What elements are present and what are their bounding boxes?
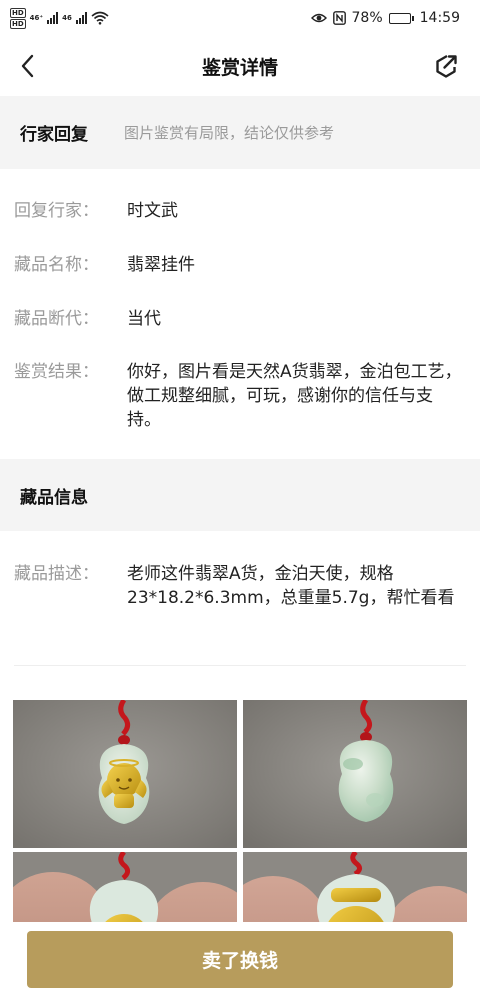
expert-row: 藏品名称： 翡翠挂件 [14,253,466,277]
share-icon [436,54,457,78]
network-type-2: 46 [62,14,72,22]
expert-row: 回复行家： 时文武 [14,199,466,223]
eye-icon [310,13,327,23]
row-label: 回复行家： [14,201,99,221]
appraisal-result: 你好，图片看是天然A货翡翠，金泊包工艺，做工规整细腻，可玩，感谢你的信任与支持。 [127,362,462,430]
row-label: 藏品描述： [14,564,99,584]
nfc-icon [332,11,346,25]
disclaimer-note: 图片鉴赏有局限，结论仅供参考 [124,124,335,142]
status-right: 78% 14:59 [310,10,460,26]
pendant-back-photo[interactable] [243,700,467,848]
row-label: 藏品断代： [14,309,99,329]
item-description: 老师这件翡翠A货，金泊天使，规格23*18.2*6.3mm，总重量5.7g，帮忙… [127,564,455,608]
battery-percent: 78% [351,10,383,26]
expert-name: 时文武 [127,201,178,221]
back-button[interactable] [14,52,42,80]
status-bar: HD HD 46⁺ 46 78% 14:59 [0,0,480,36]
item-name: 翡翠挂件 [127,255,195,275]
clock: 14:59 [419,10,460,26]
expert-reply-title: 行家回复 [20,125,88,145]
row-label: 藏品名称： [14,255,99,275]
hd-indicators: HD HD [10,7,26,29]
hd-badge-1: HD [10,7,26,18]
item-row: 藏品描述： 老师这件翡翠A货，金泊天使，规格23*18.2*6.3mm，总重量5… [14,562,466,610]
row-label: 鉴赏结果： [14,362,99,382]
chevron-left-icon [21,54,34,78]
item-era: 当代 [127,309,161,329]
item-info-title: 藏品信息 [20,487,88,508]
network-type-1: 46⁺ [29,14,44,22]
status-left: HD HD 46⁺ 46 [10,7,109,29]
share-button[interactable] [432,52,460,80]
nav-bar: 鉴赏详情 [0,36,480,96]
pendant-front-photo[interactable] [13,700,237,848]
sell-for-cash-button[interactable]: 卖了换钱 [27,931,453,988]
page-title: 鉴赏详情 [201,56,278,79]
expert-row: 鉴赏结果： 你好，图片看是天然A货翡翠，金泊包工艺，做工规整细腻，可玩，感谢你的… [14,360,466,432]
item-info-header: 藏品信息 [0,459,480,531]
divider [14,665,466,666]
signal-icon-2 [75,12,87,24]
wifi-icon [91,11,109,25]
hd-badge-2: HD [10,18,26,29]
bottom-bar: 卖了换钱 [0,922,480,996]
expert-row: 藏品断代： 当代 [14,307,466,331]
battery-icon [388,12,414,24]
expert-reply-header: 行家回复 图片鉴赏有局限，结论仅供参考 [0,96,480,169]
signal-icon [47,12,59,24]
